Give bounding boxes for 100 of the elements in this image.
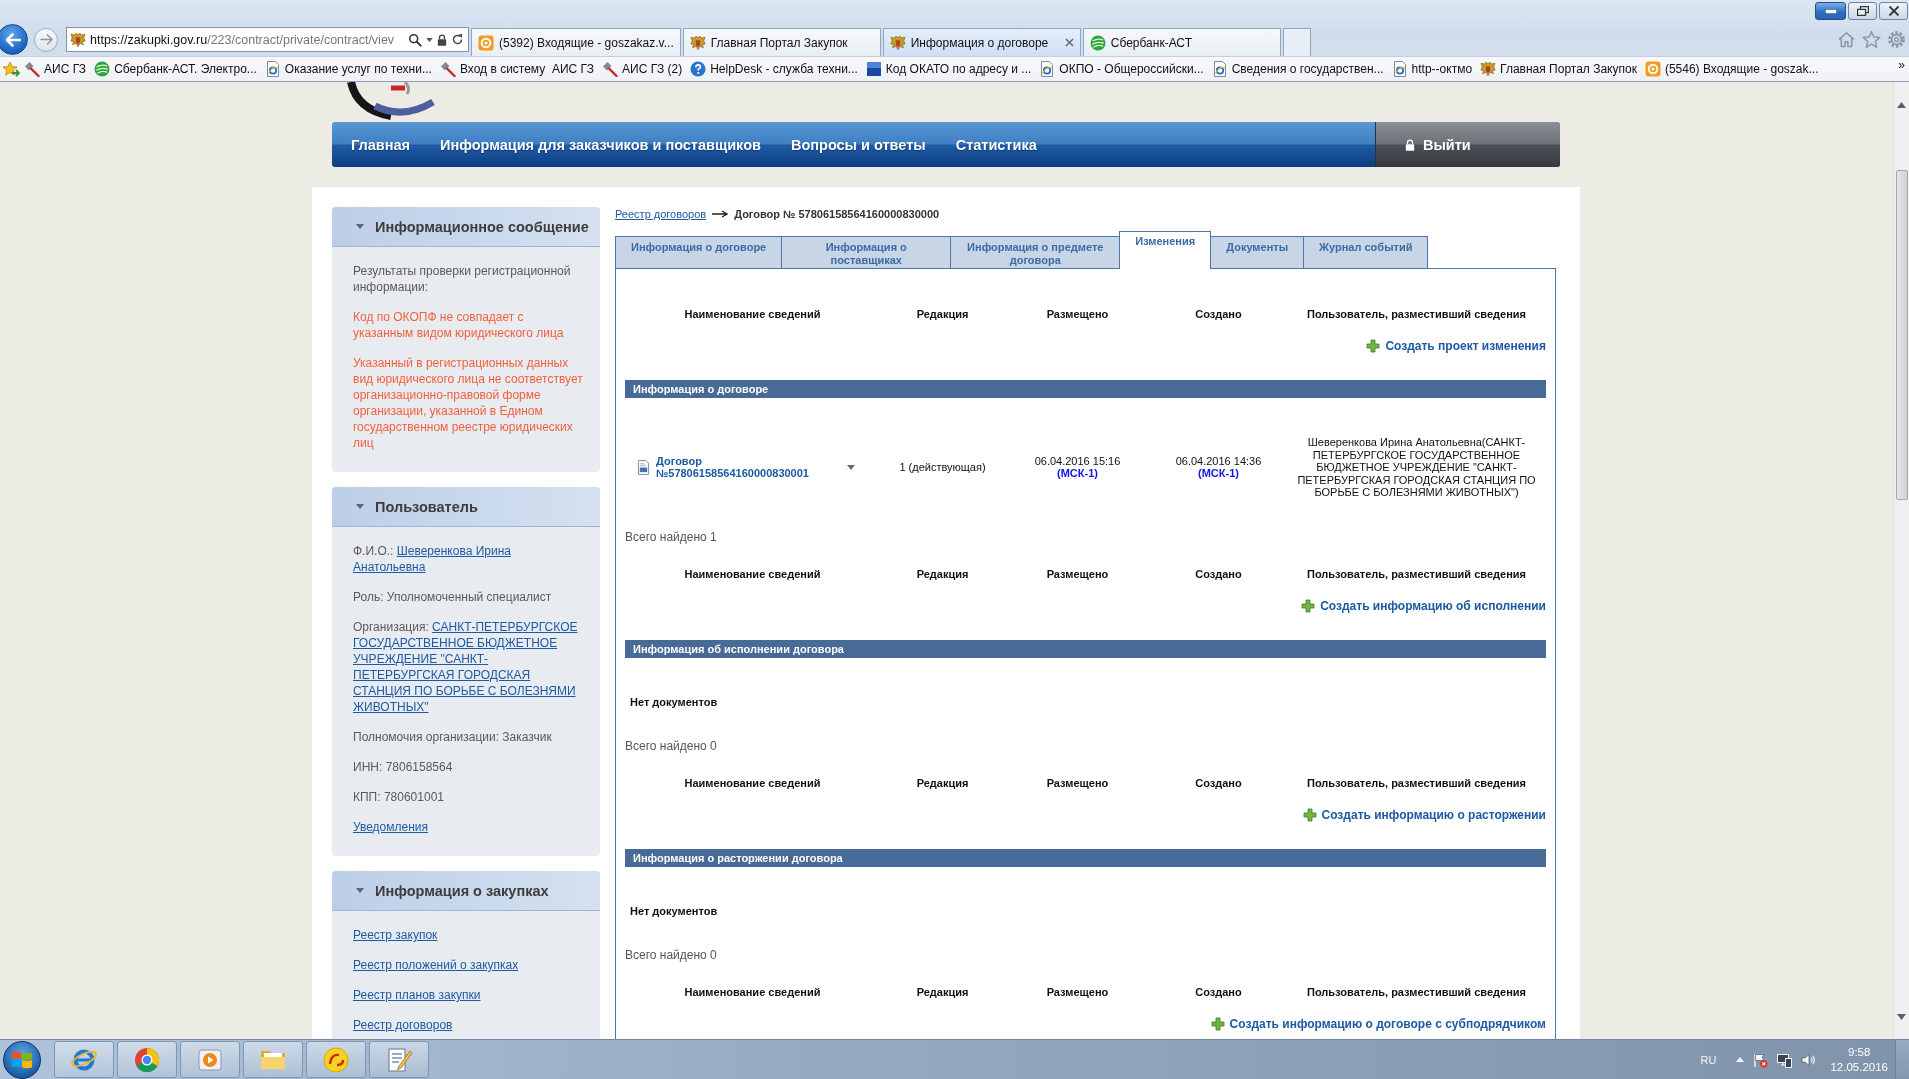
nav-link[interactable]: Статистика: [955, 136, 1037, 153]
taskbar-button[interactable]: [369, 1041, 429, 1078]
caret-icon[interactable]: [847, 464, 855, 470]
search-icon[interactable]: [408, 32, 422, 47]
table-cell: 06.04.2016 14:36: [1175, 455, 1262, 468]
favorite-link[interactable]: АИС ГЗ (2): [602, 61, 683, 77]
column-header: Редакция: [916, 307, 969, 322]
minimize-button[interactable]: [1815, 2, 1846, 20]
panel-header[interactable]: Информационное сообщение: [332, 207, 600, 247]
tab[interactable]: Информация о договоре: [615, 236, 783, 268]
section-title: Информация о расторжении договора: [625, 848, 1546, 867]
plus-icon: [1210, 1016, 1225, 1031]
sidebar-link[interactable]: Уведомления: [353, 820, 429, 834]
chevron-button[interactable]: »: [1898, 59, 1909, 79]
create-link[interactable]: Создать информацию о расторжении: [1302, 806, 1546, 823]
scroll-thumb[interactable]: [1895, 170, 1908, 500]
favorite-link[interactable]: АИС ГЗ: [24, 61, 87, 77]
create-link[interactable]: Создать информацию об исполнении: [1301, 597, 1546, 614]
close-icon: [1887, 6, 1900, 16]
browser-tab[interactable]: Сбербанк-АСТ: [1082, 28, 1281, 56]
refresh-icon[interactable]: [451, 33, 464, 46]
profile-field[interactable]: Ф.И.О.: Шеверенкова Ирина Анатольевна: [353, 543, 586, 575]
nav-link[interactable]: Информация для заказчиков и поставщиков: [440, 136, 761, 153]
create-link[interactable]: Создать проект изменения: [1366, 338, 1546, 354]
star-arrow-icon[interactable]: [2, 61, 20, 77]
column-header: Пользователь, разместивший сведения: [1307, 307, 1526, 322]
chevron-up-icon[interactable]: [1897, 101, 1906, 108]
tab[interactable]: Информация о поставщиках: [781, 236, 952, 268]
tab[interactable]: Изменения: [1119, 231, 1212, 269]
empty-message: Нет документов: [629, 694, 719, 710]
scrollbar[interactable]: [1893, 82, 1909, 1039]
column-header: Размещено: [1046, 984, 1109, 1000]
swirl-disc-icon: [322, 1045, 350, 1074]
speaker-icon[interactable]: [1800, 1051, 1817, 1068]
taskbar-button[interactable]: [243, 1041, 303, 1078]
browser-tab[interactable]: Информация о договоре: [882, 28, 1081, 56]
taskbar-button[interactable]: [117, 1041, 177, 1078]
column-header: Создано: [1195, 307, 1242, 322]
close-button[interactable]: [1879, 2, 1908, 20]
favorite-link[interactable]: Сведения о государствен...: [1211, 61, 1384, 77]
favorite-link[interactable]: Сбербанк-АСТ. Электро...: [94, 61, 257, 77]
favorite-link[interactable]: Код ОКАТО по адресу и ...: [865, 61, 1032, 77]
chevron-down-icon[interactable]: [1897, 1013, 1906, 1020]
tab[interactable]: Журнал событий: [1303, 236, 1429, 268]
striped-disc-icon: [1089, 34, 1106, 51]
taskbar-button[interactable]: [180, 1041, 240, 1078]
sidebar-link[interactable]: Реестр договоров: [353, 1018, 453, 1032]
column-header: Редакция: [916, 775, 969, 791]
favorite-link[interactable]: http--октмо: [1391, 61, 1473, 77]
favorite-link[interactable]: (5546) Входящие - goszak...: [1644, 61, 1819, 77]
panel-header[interactable]: Пользователь: [332, 487, 600, 527]
flag-icon[interactable]: [1752, 1051, 1769, 1068]
restore-icon: [1856, 6, 1869, 16]
close-icon[interactable]: [1064, 38, 1074, 47]
nav-link[interactable]: Главная: [351, 136, 410, 153]
column-header: Создано: [1195, 566, 1242, 582]
favorite-link[interactable]: Главная Портал Закупок: [1480, 61, 1637, 77]
column-header: Размещено: [1046, 307, 1109, 322]
sidebar-link[interactable]: Реестр планов закупки: [353, 988, 481, 1002]
gavel-icon: [602, 61, 619, 77]
browser-tab[interactable]: Главная Портал Закупок: [682, 28, 881, 56]
favorite-link[interactable]: HelpDesk - служба техни...: [690, 61, 858, 77]
tab[interactable]: Документы: [1210, 236, 1305, 268]
restore-button[interactable]: [1848, 2, 1877, 20]
start-button[interactable]: [3, 1040, 41, 1079]
results-count: Всего найдено 0: [625, 738, 718, 754]
favorite-link[interactable]: Оказание услуг по техни...: [264, 61, 432, 77]
browser-tab[interactable]: (5392) Входящие - goszakaz.v...: [471, 28, 681, 56]
favorite-link[interactable]: ОКПО - Общероссийски...: [1039, 61, 1204, 77]
logout-button[interactable]: Выйти: [1375, 122, 1560, 167]
new-tab-button[interactable]: [1282, 28, 1311, 56]
breadcrumb-link[interactable]: Реестр договоров: [615, 208, 707, 220]
taskbar-button[interactable]: [306, 1041, 366, 1078]
caret-icon[interactable]: [426, 37, 433, 42]
settings-icon[interactable]: [1887, 30, 1906, 49]
lock-icon[interactable]: [437, 33, 447, 46]
star-icon[interactable]: [1862, 30, 1881, 49]
lock-icon: [1405, 138, 1415, 151]
profile-field[interactable]: Организация: САНКТ-ПЕТЕРБУРГСКОЕ ГОСУДАРСТВЕННОЕ БЮДЖЕТНОЕ УЧРЕЖДЕНИЕ "САНКТ-ПЕТЕРБУРГСКАЯ ГОРОДСКАЯ СТАНЦИЯ ПО БОРЬБЕ С БОЛЕЗНЯМИ ЖИВОТНЫХ": [353, 619, 586, 715]
forward-button[interactable]: [34, 27, 58, 52]
panel-header[interactable]: Информация о закупках: [332, 871, 600, 911]
taskbar-button[interactable]: [54, 1041, 114, 1078]
column-header: Редакция: [916, 566, 969, 582]
back-button[interactable]: [0, 24, 28, 55]
sidebar-link[interactable]: Реестр закупок: [353, 928, 438, 942]
tab[interactable]: Информация о предмете договора: [950, 236, 1121, 268]
page-icon: [264, 61, 281, 77]
address-field[interactable]: https://zakupki.gov.ru/223/contract/private/contract/viev: [66, 27, 469, 52]
minimize-icon: [1824, 8, 1837, 14]
sidebar-link[interactable]: Реестр положений о закупках: [353, 958, 519, 972]
favorite-link[interactable]: Вход в систему АИС ГЗ: [439, 61, 595, 77]
section-title: Информация об исполнении договора: [625, 639, 1546, 658]
table-cell-text: Шеверенкова Ирина Анатольевна(САНКТ-ПЕТЕРБУРГСКОЕ ГОСУДАРСТВЕННОЕ БЮДЖЕТНОЕ УЧРЕЖДЕНИЕ "САНКТ-ПЕТЕРБУРГСКАЯ ГОРОДСКАЯ СТАНЦИЯ ПО БОРЬБЕ С БОЛЕЗНЯМИ ЖИВОТНЫХ"): [1296, 436, 1537, 499]
home-icon[interactable]: [1837, 31, 1856, 48]
document-link[interactable]: Договор №57806158564160000830001: [656, 455, 816, 480]
monitor-icon[interactable]: [1776, 1051, 1793, 1068]
emblem-icon: [889, 34, 906, 51]
create-link[interactable]: Создать информацию о договоре с субподрядчиком: [1210, 1015, 1546, 1032]
column-header: Редакция: [916, 984, 969, 1000]
nav-link[interactable]: Вопросы и ответы: [790, 136, 926, 153]
